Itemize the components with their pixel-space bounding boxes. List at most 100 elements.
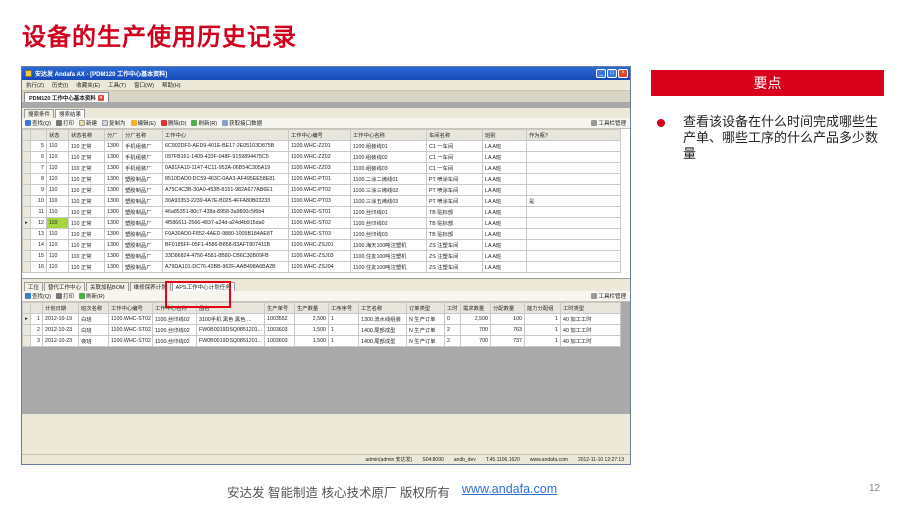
table-cell: 手机组装厂 — [122, 151, 163, 163]
table-row[interactable]: 14 110 110 正常 1300 塑胶制品厂 BF0185FF-05F1-4586-B… — [22, 239, 621, 251]
column-header[interactable]: 工艺名称 — [358, 302, 407, 314]
table-cell: 110 — [46, 184, 69, 196]
column-header[interactable]: 班次名称 — [78, 302, 109, 314]
menu-help[interactable]: 帮助(H) — [162, 81, 181, 89]
tab-alt-work-center[interactable]: 替代工作中心 — [44, 282, 86, 291]
table-cell: 手机组装厂 — [122, 162, 163, 174]
column-header[interactable] — [22, 302, 31, 314]
menu-history[interactable]: 历史(I) — [52, 81, 68, 89]
table-cell: BF0185FF-05F1-4586-B858-83AFT807411B — [162, 239, 289, 251]
detail-refresh-button[interactable]: 刷新(R) — [78, 292, 105, 300]
slide-title: 设备的生产使用历史记录 — [22, 24, 297, 51]
table-cell: 白班 — [78, 324, 109, 336]
edit-icon — [130, 120, 137, 126]
table-row[interactable]: 3 2012-10-23 夜班 1100.WHC-ST02 1100.丝印线02 FW0B… — [22, 335, 621, 347]
column-header[interactable] — [30, 302, 43, 314]
column-header[interactable]: 生产数量 — [294, 302, 329, 314]
find-button[interactable]: 查找(Q) — [25, 119, 51, 127]
table-cell: 40 加工工时 — [560, 324, 621, 336]
column-header[interactable]: 工时 — [444, 302, 461, 314]
refresh-button[interactable]: 刷新(R) — [191, 119, 217, 127]
app-icon — [25, 70, 32, 77]
detail-print-button[interactable]: 打印 — [55, 292, 74, 300]
column-header[interactable]: 工序序号 — [328, 302, 359, 314]
new-icon — [78, 120, 85, 126]
tab-linked-bom[interactable]: 关联加贴BOM — [86, 282, 129, 291]
close-button[interactable]: × — [618, 69, 628, 78]
minimize-button[interactable]: _ — [596, 69, 606, 78]
table-row[interactable]: 5 110 110 正常 1300 手机组装厂 6C902DF0-AED9-401E-BE… — [22, 140, 621, 152]
column-header[interactable]: 工作中心编号 — [288, 129, 351, 141]
table-row[interactable]: 10 110 110 正常 1300 塑胶制品厂 30A93353-2239-4A7E-B… — [22, 195, 621, 207]
column-header[interactable]: 生产单号 — [264, 302, 295, 314]
close-tab-icon[interactable]: × — [97, 94, 104, 101]
column-header[interactable]: 工时类型 — [560, 302, 621, 314]
column-header[interactable]: 班别 — [482, 129, 527, 141]
print-button[interactable]: 打印 — [55, 119, 74, 127]
column-header[interactable]: 订单类型 — [406, 302, 445, 314]
new-button[interactable]: 新建 — [78, 119, 97, 127]
column-header[interactable]: 状态名称 — [68, 129, 105, 141]
table-row[interactable]: ▸ 1 2012-10-19 白班 1100.WHC-ST02 1100.丝印线02 310… — [22, 313, 621, 325]
column-header[interactable] — [22, 129, 31, 141]
column-header[interactable]: 分配数量 — [490, 302, 525, 314]
detail-find-button[interactable]: 查找(Q) — [25, 292, 51, 300]
table-row[interactable]: 8 110 110 正常 1300 塑胶制品厂 8510DAD0-DC59-463C-0A… — [22, 173, 621, 185]
table-cell: 110 正常 — [68, 184, 105, 196]
toolbar-manage-button[interactable]: 工具栏管理 — [591, 119, 626, 127]
print-icon — [55, 120, 62, 126]
table-cell: 110 — [46, 151, 69, 163]
table-row[interactable]: 9 110 110 正常 1300 塑胶制品厂 A75C4C3B-30A0-453B-81… — [22, 184, 621, 196]
table-cell: 1100.三涂五烤线03 — [350, 195, 427, 207]
table-row[interactable]: 16 110 110 正常 1300 塑胶制品厂 A79DA101-DC76-43BB-9… — [22, 261, 621, 273]
column-header[interactable]: 工作中心编号 — [108, 302, 153, 314]
table-cell: 0A81FA10-1147-4C11-953A-06B54C305A19 — [162, 162, 289, 174]
table-cell: PT 喷涂车间 — [426, 184, 483, 196]
delete-button[interactable]: 删除(D) — [160, 119, 186, 127]
column-header[interactable] — [30, 129, 47, 141]
table-cell: 737 — [490, 335, 525, 347]
table-row[interactable]: 6 110 110 正常 1300 手机组装厂 097FB161-1409-433F-04… — [22, 151, 621, 163]
table-cell: 14 — [30, 239, 47, 251]
copy-as-button[interactable]: 复制为 — [101, 119, 126, 127]
column-header[interactable]: 状态 — [46, 129, 69, 141]
table-row[interactable]: 11 110 110 正常 1300 塑胶制品厂 46a85351-80c7-438a-8… — [22, 206, 621, 218]
column-header[interactable]: 工作中心名称 — [350, 129, 427, 141]
column-header[interactable]: 分厂名称 — [122, 129, 163, 141]
edit-button[interactable]: 编辑(E) — [130, 119, 156, 127]
tab-workstation[interactable]: 工位 — [24, 282, 44, 291]
column-header[interactable]: 车间名称 — [426, 129, 483, 141]
detail-toolbar-manage-button[interactable]: 工具栏管理 — [591, 292, 626, 300]
table-row[interactable]: 2 2012-10-23 白班 1100.WHC-ST02 1100.丝印线02 FW0B… — [22, 324, 621, 336]
column-header[interactable]: 作为瓶? — [526, 129, 621, 141]
table-cell: 1100.WHC-ZSJ04 — [288, 261, 351, 273]
menu-window[interactable]: 窗口(W) — [134, 81, 154, 89]
table-cell: 4f586611-2566-4837-a24d-a24d4b915da0 — [162, 217, 289, 229]
table-cell: LA A班 — [482, 228, 527, 240]
menu-tools[interactable]: 工具(T) — [108, 81, 126, 89]
tab-search-conditions[interactable]: 搜索条件 — [24, 109, 55, 118]
column-header[interactable]: 需求数量 — [460, 302, 491, 314]
table-row[interactable]: 13 110 110 正常 1300 塑胶制品厂 F0A30AD0-F852-4AED-9… — [22, 228, 621, 240]
column-header[interactable]: 分厂 — [104, 129, 123, 141]
column-header[interactable]: 工作中心 — [162, 129, 289, 141]
document-tab[interactable]: PDM120 工作中心基本资料 × — [24, 92, 109, 102]
get-interface-data-button[interactable]: 获取接口数据 — [222, 119, 262, 127]
table-cell: 白班 — [78, 313, 109, 325]
menu-favorites[interactable]: 收藏夹(E) — [76, 81, 100, 89]
table-cell: 1100.住友100吨注塑机 — [350, 250, 427, 262]
status-datetime: 2012-11-10 12:27:13 — [577, 456, 624, 463]
column-header[interactable]: 计划日期 — [42, 302, 79, 314]
table-row[interactable]: 7 110 110 正常 1300 手机组装厂 0A81FA10-1147-4C11-95… — [22, 162, 621, 174]
table-row[interactable]: ▸ 12 110 110 正常 1300 塑胶制品厂 4f586611-2566-4837-… — [22, 217, 621, 229]
footer-link[interactable]: www.andafa.com — [462, 482, 557, 501]
tab-search-results[interactable]: 搜索结果 — [55, 109, 86, 118]
column-header[interactable]: 能力分配组 — [524, 302, 561, 314]
menu-execute[interactable]: 执行(Z) — [26, 81, 44, 89]
table-cell: 110 正常 — [68, 140, 105, 152]
maximize-button[interactable]: □ — [607, 69, 617, 78]
table-row[interactable]: 15 110 110 正常 1300 塑胶制品厂 33D86824-4756-4581-8… — [22, 250, 621, 262]
document-tab-label: PDM120 工作中心基本资料 — [29, 95, 96, 102]
table-cell: 1300 — [104, 140, 123, 152]
delete-icon — [160, 120, 167, 126]
